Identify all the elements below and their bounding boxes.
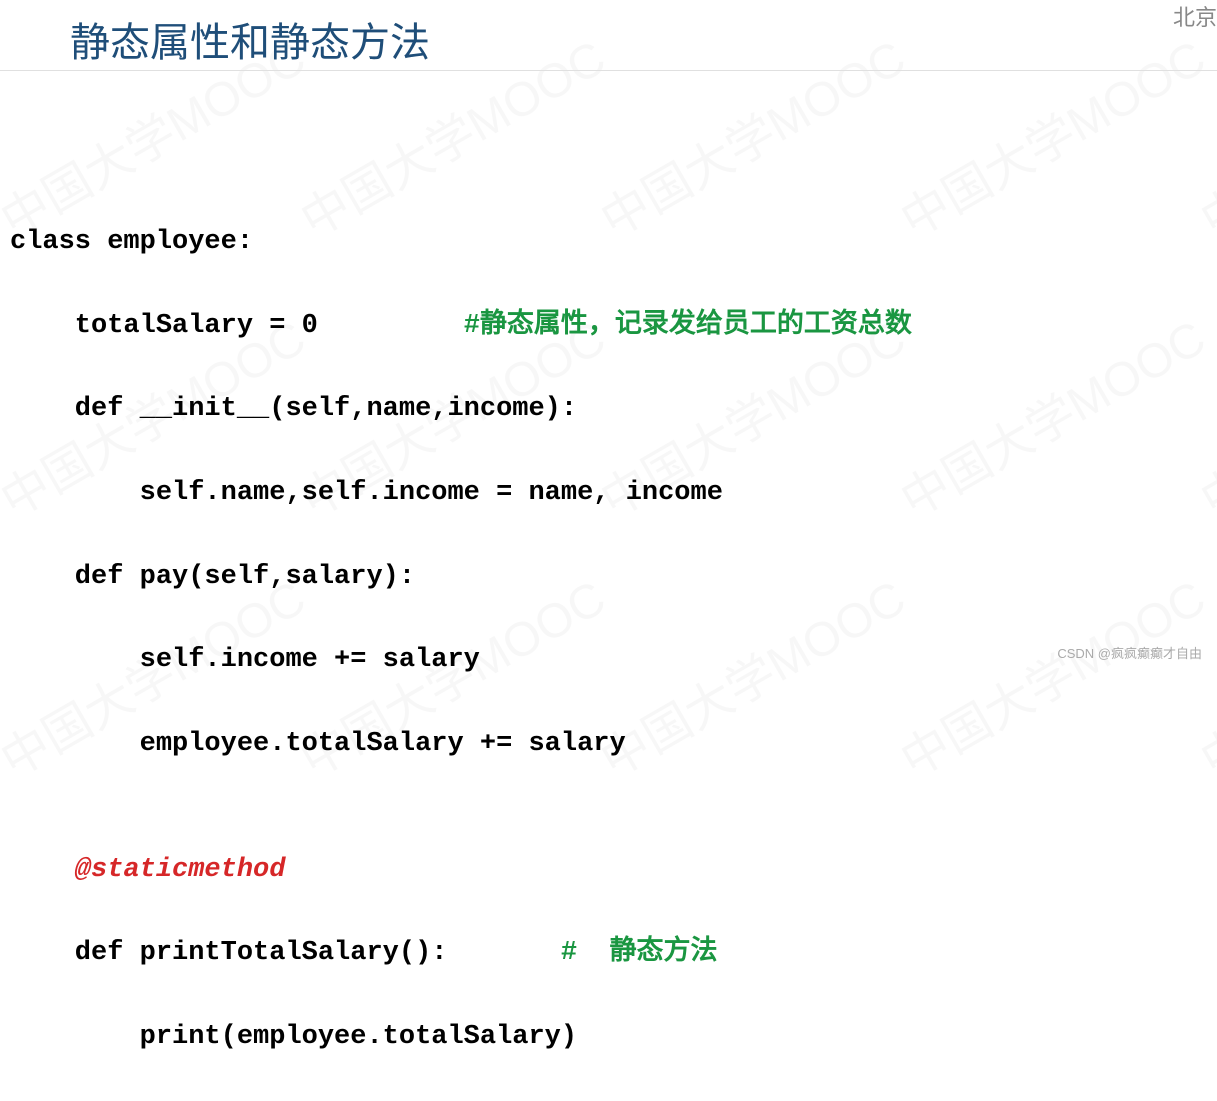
- watermark-text: 中国大学MOOC: [1185, 559, 1217, 790]
- footer-attribution: CSDN @疯疯癫癫才自由: [1057, 643, 1202, 662]
- watermark-text: 中国大学MOOC: [885, 19, 1216, 250]
- code-line-10: def printTotalSalary(): # 静态方法: [10, 933, 912, 975]
- code-line-11: print(employee.totalSalary): [10, 1017, 912, 1059]
- top-right-label: 北京: [1173, 0, 1217, 32]
- code-line-3: def __init__(self,name,income):: [10, 389, 912, 431]
- code-line-2: totalSalary = 0 #静态属性，记录发给员工的工资总数: [10, 306, 912, 348]
- slide-title: 静态属性和静态方法: [70, 10, 430, 68]
- watermark-text: 中国大学MOOC: [885, 299, 1216, 530]
- code-part: def printTotalSalary():: [10, 938, 561, 968]
- watermark-text: 中国大学MOOC: [885, 559, 1216, 790]
- code-line-6: self.income += salary: [10, 640, 912, 682]
- code-part: totalSalary = 0: [10, 311, 464, 341]
- watermark-text: 中国大学MOOC: [1185, 19, 1217, 250]
- code-comment: # 静态方法: [561, 938, 718, 968]
- watermark-text: 中国大学MOOC: [1185, 299, 1217, 530]
- code-line-5: def pay(self,salary):: [10, 557, 912, 599]
- code-block: class employee: totalSalary = 0 #静态属性，记录…: [10, 180, 912, 1101]
- code-comment: #静态属性，记录发给员工的工资总数: [464, 311, 912, 341]
- code-line-9-decorator: @staticmethod: [10, 850, 912, 892]
- code-line-7: employee.totalSalary += salary: [10, 724, 912, 766]
- code-line-1: class employee:: [10, 222, 912, 264]
- code-line-4: self.name,self.income = name, income: [10, 473, 912, 515]
- divider-line: [0, 70, 1217, 71]
